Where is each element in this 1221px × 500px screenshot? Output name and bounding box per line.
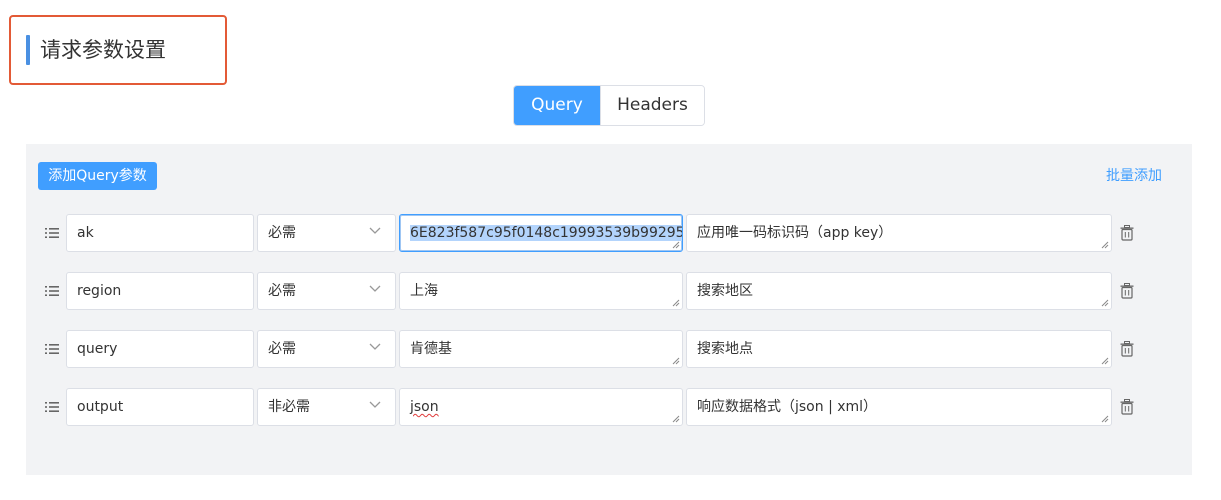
list-icon[interactable] xyxy=(45,401,59,413)
resize-handle-icon[interactable] xyxy=(672,241,680,249)
param-value-input[interactable]: json xyxy=(399,388,683,426)
param-value-input[interactable]: 肯德基 xyxy=(399,330,683,368)
list-icon[interactable] xyxy=(45,285,59,297)
param-name-input[interactable]: ak xyxy=(66,214,254,252)
trash-icon[interactable] xyxy=(1120,225,1134,241)
param-row: output 非必需 json 响应数据格式（json | xml） xyxy=(26,388,1192,426)
tab-headers[interactable]: Headers xyxy=(600,86,704,125)
param-description-text: 应用唯一码标识码（app key） xyxy=(697,225,893,241)
add-query-param-button[interactable]: 添加Query参数 xyxy=(38,162,157,190)
resize-handle-icon[interactable] xyxy=(1101,241,1109,249)
param-row: query 必需 肯德基 搜索地点 xyxy=(26,330,1192,368)
required-select-value: 必需 xyxy=(268,341,296,357)
required-select[interactable]: 非必需 xyxy=(257,388,396,426)
required-select-value: 必需 xyxy=(268,283,296,299)
required-select[interactable]: 必需 xyxy=(257,272,396,310)
tab-group: Query Headers xyxy=(513,85,705,126)
param-name-input[interactable]: region xyxy=(66,272,254,310)
param-row: region 必需 上海 搜索地区 xyxy=(26,272,1192,310)
param-name-input[interactable]: query xyxy=(66,330,254,368)
resize-handle-icon[interactable] xyxy=(672,415,680,423)
param-description-text: 响应数据格式（json | xml） xyxy=(697,399,878,415)
trash-icon[interactable] xyxy=(1120,283,1134,299)
batch-add-link[interactable]: 批量添加 xyxy=(1106,165,1162,185)
trash-icon[interactable] xyxy=(1120,399,1134,415)
params-panel: 添加Query参数 批量添加 ak 必需 6E823f587c95f0148c1… xyxy=(26,144,1192,475)
list-icon[interactable] xyxy=(45,343,59,355)
param-value-input[interactable]: 6E823f587c95f0148c19993539b99295 xyxy=(399,214,683,252)
param-name-input[interactable]: output xyxy=(66,388,254,426)
param-value-text: 6E823f587c95f0148c19993539b99295 xyxy=(410,225,683,241)
list-icon[interactable] xyxy=(45,227,59,239)
chevron-down-icon xyxy=(369,401,381,408)
resize-handle-icon[interactable] xyxy=(1101,357,1109,365)
param-value-text: json xyxy=(410,399,439,415)
param-description-input[interactable]: 响应数据格式（json | xml） xyxy=(686,388,1112,426)
param-value-text: 肯德基 xyxy=(410,341,452,357)
page-title: 请求参数设置 xyxy=(40,38,166,62)
required-select[interactable]: 必需 xyxy=(257,330,396,368)
param-description-input[interactable]: 应用唯一码标识码（app key） xyxy=(686,214,1112,252)
chevron-down-icon xyxy=(369,285,381,292)
resize-handle-icon[interactable] xyxy=(1101,299,1109,307)
trash-icon[interactable] xyxy=(1120,341,1134,357)
resize-handle-icon[interactable] xyxy=(672,299,680,307)
param-description-text: 搜索地区 xyxy=(697,283,753,299)
param-row: ak 必需 6E823f587c95f0148c19993539b99295 应… xyxy=(26,214,1192,252)
param-description-input[interactable]: 搜索地区 xyxy=(686,272,1112,310)
resize-handle-icon[interactable] xyxy=(1101,415,1109,423)
param-description-text: 搜索地点 xyxy=(697,341,753,357)
chevron-down-icon xyxy=(369,227,381,234)
required-select-value: 必需 xyxy=(268,225,296,241)
param-value-text: 上海 xyxy=(410,283,438,299)
resize-handle-icon[interactable] xyxy=(672,357,680,365)
tab-query[interactable]: Query xyxy=(514,86,600,125)
param-description-input[interactable]: 搜索地点 xyxy=(686,330,1112,368)
chevron-down-icon xyxy=(369,343,381,350)
required-select-value: 非必需 xyxy=(268,399,310,415)
param-value-input[interactable]: 上海 xyxy=(399,272,683,310)
required-select[interactable]: 必需 xyxy=(257,214,396,252)
title-accent-bar xyxy=(26,35,30,65)
